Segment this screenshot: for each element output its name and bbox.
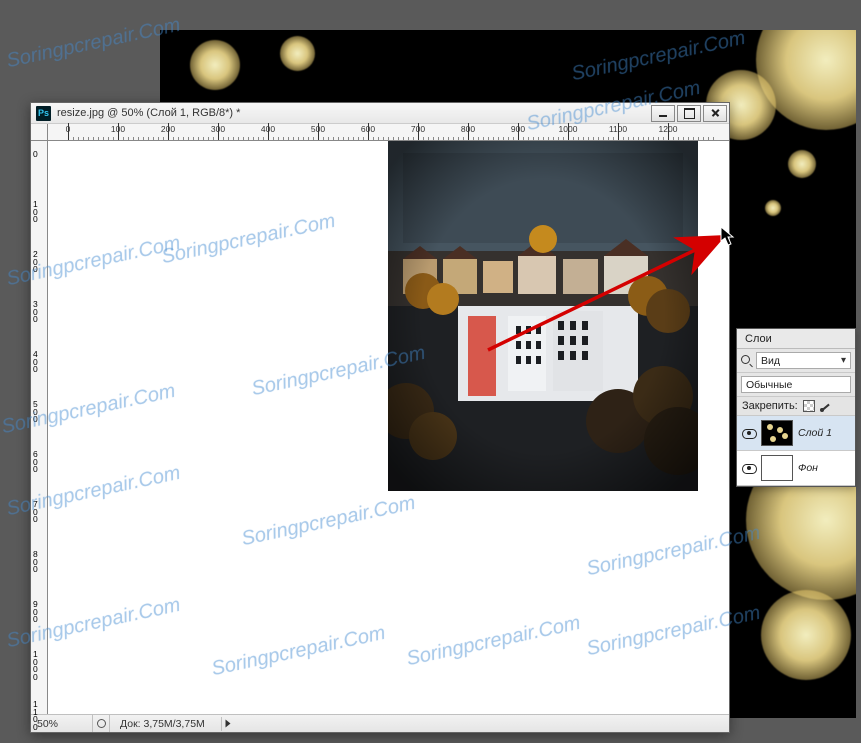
close-button[interactable] (703, 105, 727, 122)
layer-item[interactable]: Фон (737, 451, 855, 486)
layers-panel: Слои Вид ▾ Обычные Закрепить: Слой 1 (736, 328, 856, 487)
document-area[interactable]: 0100200300400500600700800900100011001200… (31, 124, 729, 714)
lock-label: Закрепить: (742, 400, 798, 412)
layer-thumbnail (761, 455, 793, 481)
layers-filter-label: Вид (761, 355, 780, 367)
layers-filter-type[interactable]: Вид ▾ (756, 352, 851, 369)
layer-name[interactable]: Фон (798, 462, 851, 474)
canvas-image-layer (388, 141, 698, 491)
statusbar-icon[interactable] (93, 715, 110, 732)
lock-pixels-icon[interactable] (820, 401, 831, 412)
photoshop-icon: Ps (36, 106, 51, 121)
maximize-button[interactable] (677, 105, 701, 122)
layers-filter-row: Вид ▾ (737, 349, 855, 373)
layer-thumbnail (761, 420, 793, 446)
ruler-vertical[interactable]: 010020030040050060070080090010001100 (31, 141, 48, 714)
blend-mode-label: Обычные (746, 379, 792, 391)
layers-blend-row: Обычные (737, 373, 855, 397)
visibility-eye-icon[interactable] (741, 460, 757, 476)
titlebar[interactable]: Ps resize.jpg @ 50% (Слой 1, RGB/8*) * (31, 103, 729, 124)
canvas[interactable] (48, 141, 723, 711)
workspace: Ps resize.jpg @ 50% (Слой 1, RGB/8*) * 0… (0, 0, 861, 743)
layer-name[interactable]: Слой 1 (798, 427, 851, 439)
chevron-down-icon: ▾ (841, 355, 846, 366)
watermark-text: Soringpcrepair.Com (5, 14, 183, 73)
search-icon (741, 355, 752, 366)
minimize-button[interactable] (651, 105, 675, 122)
doc-size-info: Док: 3,75M/3,75M (110, 718, 215, 730)
zoom-field[interactable]: 50% (31, 715, 93, 732)
ruler-origin[interactable] (31, 124, 48, 141)
ruler-horizontal[interactable]: 0100200300400500600700800900100011001200 (48, 124, 729, 141)
document-window: Ps resize.jpg @ 50% (Слой 1, RGB/8*) * 0… (30, 102, 730, 733)
window-title: resize.jpg @ 50% (Слой 1, RGB/8*) * (57, 107, 240, 119)
layers-panel-tab[interactable]: Слои (737, 329, 855, 349)
blend-mode-select[interactable]: Обычные (741, 376, 851, 393)
layers-lock-row: Закрепить: (737, 397, 855, 416)
statusbar: 50% Док: 3,75M/3,75M (31, 714, 729, 732)
layer-item[interactable]: Слой 1 (737, 416, 855, 451)
lock-transparency-icon[interactable] (803, 400, 815, 412)
visibility-eye-icon[interactable] (741, 425, 757, 441)
statusbar-flyout[interactable] (221, 717, 235, 731)
